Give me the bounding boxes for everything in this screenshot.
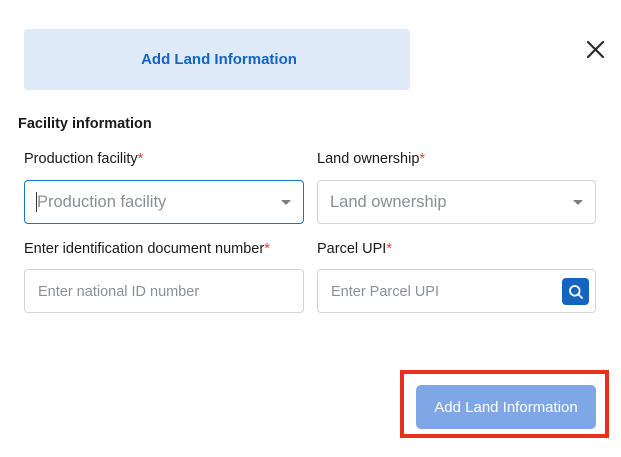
land-ownership-select[interactable]: Land ownership — [317, 180, 596, 224]
id-number-placeholder: Enter national ID number — [38, 284, 200, 300]
add-land-information-button[interactable]: Add Land Information — [416, 385, 596, 429]
add-land-dialog: Add Land Information Facility informatio… — [0, 0, 621, 457]
id-number-input[interactable]: Enter national ID number — [24, 269, 304, 313]
submit-button-label: Add Land Information — [434, 398, 578, 416]
chevron-down-icon — [281, 200, 291, 205]
dialog-tab-header[interactable]: Add Land Information — [24, 29, 410, 90]
id-number-label-text: Enter identification document number — [24, 241, 265, 257]
close-icon — [586, 40, 605, 59]
required-mark: * — [419, 151, 426, 167]
land-ownership-label: Land ownership* — [317, 151, 425, 167]
parcel-search-button[interactable] — [562, 278, 589, 305]
production-facility-select[interactable]: Production facility — [24, 180, 304, 224]
land-ownership-label-text: Land ownership — [317, 151, 420, 167]
section-title: Facility information — [18, 116, 152, 132]
parcel-upi-label-text: Parcel UPI — [317, 241, 387, 257]
chevron-down-icon — [573, 200, 583, 205]
parcel-upi-input[interactable]: Enter Parcel UPI — [317, 269, 596, 313]
required-mark: * — [386, 241, 392, 257]
id-number-label: Enter identification document number* — [24, 241, 270, 257]
production-facility-placeholder: Production facility — [37, 193, 167, 211]
parcel-upi-label: Parcel UPI* — [317, 241, 392, 257]
close-button[interactable] — [583, 37, 609, 63]
production-facility-label-text: Production facility — [24, 151, 138, 167]
required-mark: * — [264, 241, 270, 257]
parcel-upi-placeholder: Enter Parcel UPI — [331, 284, 439, 300]
dialog-title: Add Land Information — [141, 51, 297, 68]
required-mark: * — [137, 151, 144, 167]
search-icon — [568, 284, 583, 299]
land-ownership-placeholder: Land ownership — [330, 193, 447, 211]
production-facility-label: Production facility* — [24, 151, 143, 167]
